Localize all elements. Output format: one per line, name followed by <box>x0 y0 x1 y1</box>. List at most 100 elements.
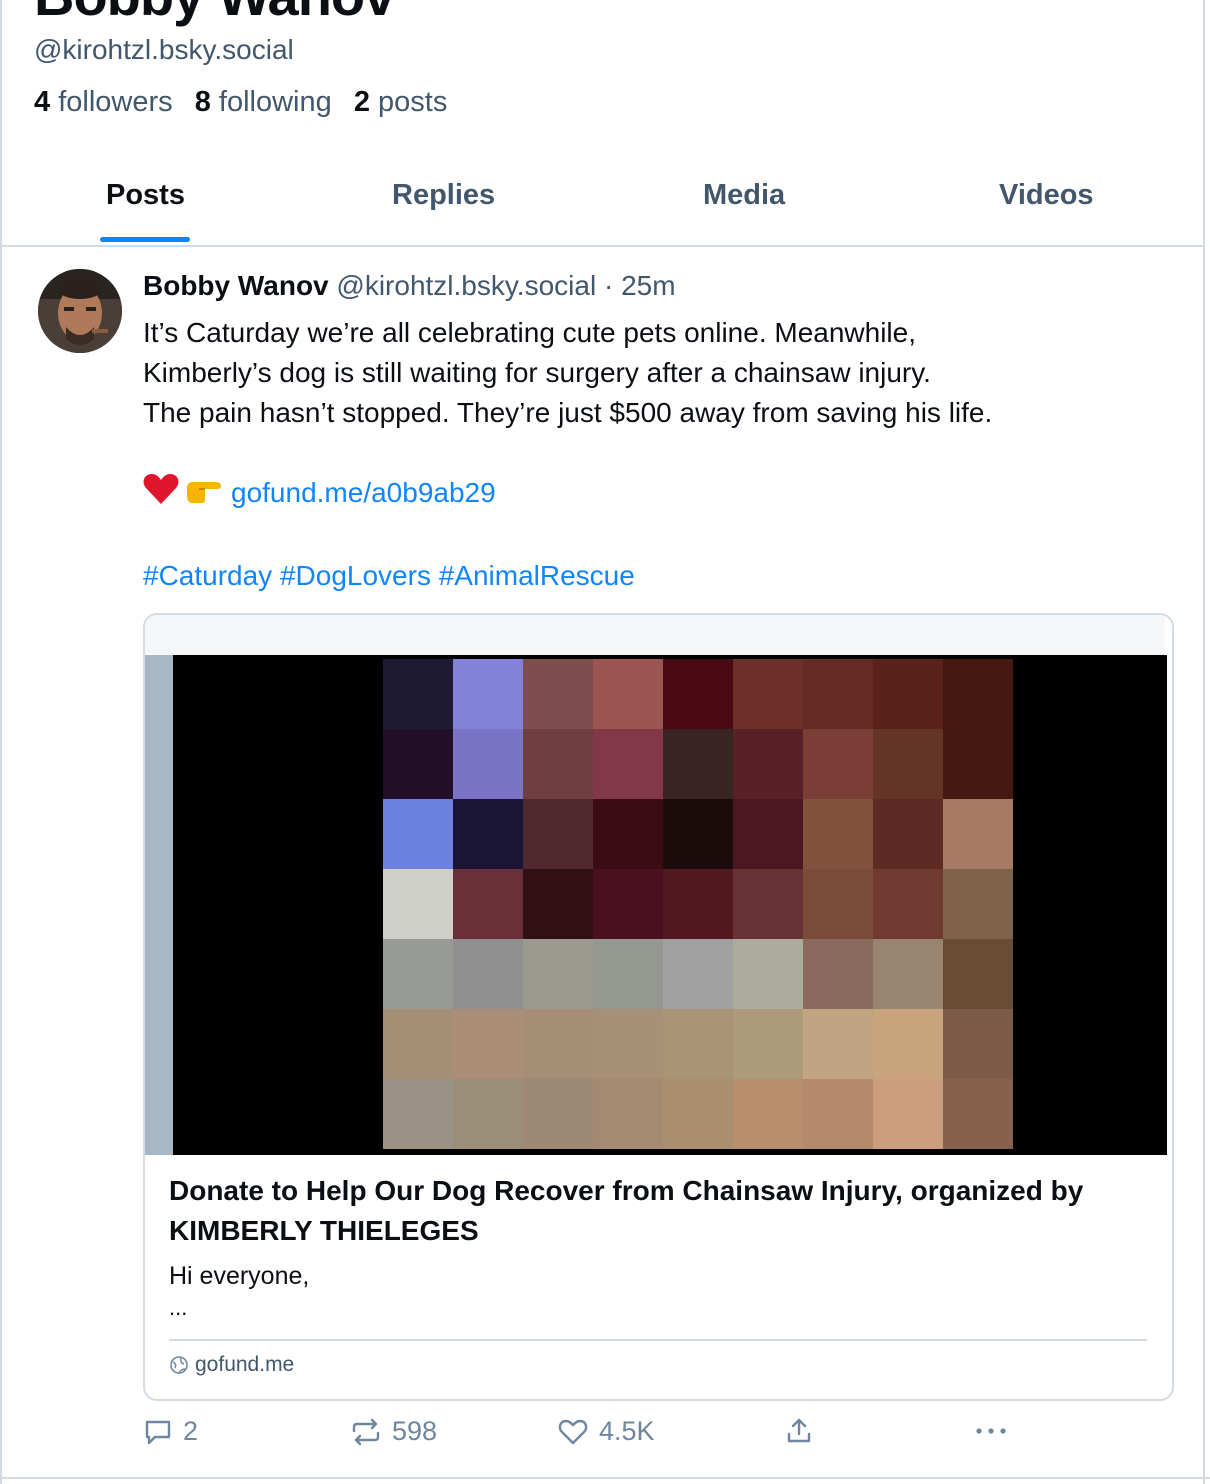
heart-icon <box>143 473 179 516</box>
redacted-image-tile <box>943 939 1013 1009</box>
post-separator: · <box>603 270 614 301</box>
pointing-hand-icon <box>185 475 225 515</box>
redacted-image-tile <box>453 939 523 1009</box>
redacted-image-tile <box>873 1079 943 1149</box>
profile-handle: @kirohtzl.bsky.social <box>34 34 294 65</box>
frame-border-right <box>1203 0 1205 1484</box>
repost-count: 598 <box>392 1416 438 1446</box>
redacted-image-tile <box>733 939 803 1009</box>
redacted-image-tile <box>453 1079 523 1149</box>
redacted-image-tile <box>453 729 523 799</box>
redacted-image-tile <box>453 659 523 729</box>
link-preview-image <box>145 615 1167 1155</box>
redacted-image-tile <box>593 799 663 869</box>
redacted-image-tile <box>663 659 733 729</box>
redacted-image-tile <box>803 1009 873 1079</box>
post-text-line: Kimberly’s dog is still waiting for surg… <box>143 357 931 388</box>
active-tab-indicator <box>100 237 190 242</box>
repost-icon <box>352 1418 380 1445</box>
tab-media[interactable]: Media <box>703 179 785 212</box>
following-link[interactable]: 8 following <box>195 86 332 118</box>
redacted-image-tile <box>943 869 1013 939</box>
posts-stat: 2 posts <box>354 86 448 118</box>
frame-border-bottom <box>0 1477 1210 1479</box>
redacted-image-tile <box>943 799 1013 869</box>
redacted-image-tile <box>523 659 593 729</box>
redacted-image-tile <box>803 1079 873 1149</box>
redacted-image-tile <box>873 1009 943 1079</box>
redacted-image-tile <box>593 869 663 939</box>
link-card-domain: gofund.me <box>169 1353 294 1377</box>
redacted-image-tile <box>663 1009 733 1079</box>
redacted-image-tile <box>593 659 663 729</box>
redacted-image-tile <box>383 869 453 939</box>
following-count: 8 <box>194 86 211 118</box>
globe-icon <box>170 1356 188 1374</box>
redacted-image-tile <box>383 1009 453 1079</box>
like-button[interactable]: 4.5K <box>557 1416 655 1447</box>
redacted-image-tile <box>803 869 873 939</box>
redacted-image-tile <box>663 799 733 869</box>
redacted-image-tile <box>803 799 873 869</box>
redacted-image-tile <box>593 729 663 799</box>
redacted-image-tile <box>453 869 523 939</box>
reply-button[interactable]: 2 <box>143 1416 198 1447</box>
redacted-image-tile <box>733 1009 803 1079</box>
redacted-image-tile <box>943 1009 1013 1079</box>
redacted-image-tile <box>873 799 943 869</box>
redacted-image-tile <box>803 939 873 1009</box>
redacted-image-tile <box>593 1009 663 1079</box>
link-card-description: Hi everyone, <box>169 1262 310 1290</box>
share-button[interactable] <box>784 1416 824 1446</box>
redacted-image-tile <box>873 869 943 939</box>
post-hashtags[interactable]: #Caturday #DogLovers #AnimalRescue <box>143 556 1143 596</box>
redacted-image-tile <box>943 729 1013 799</box>
profile-display-name: Bobby Wanov <box>34 0 395 26</box>
gofund-link[interactable]: gofund.me/a0b9ab29 <box>231 477 496 508</box>
redacted-image-tile <box>943 1079 1013 1149</box>
redacted-image-tile <box>383 799 453 869</box>
redacted-image-tile <box>523 729 593 799</box>
tab-replies[interactable]: Replies <box>392 179 495 212</box>
post-time[interactable]: 25m <box>621 270 675 301</box>
redacted-image-tile <box>943 659 1013 729</box>
redacted-image-tile <box>663 1079 733 1149</box>
redacted-image-tile <box>803 659 873 729</box>
share-icon <box>787 1418 811 1443</box>
profile-tabs: Posts Replies Media Videos <box>2 155 1203 247</box>
redacted-image-tile <box>733 729 803 799</box>
heart-outline-icon <box>558 1419 588 1444</box>
link-preview-card[interactable]: Donate to Help Our Dog Recover from Chai… <box>143 613 1174 1401</box>
followers-label: followers <box>58 86 173 118</box>
redacted-image-tile <box>523 799 593 869</box>
profile-stats: 4 followers 8 following 2 posts <box>34 86 447 119</box>
reply-icon <box>145 1420 171 1444</box>
tab-posts[interactable]: Posts <box>106 179 185 212</box>
redacted-image-tile <box>663 869 733 939</box>
repost-button[interactable]: 598 <box>350 1416 437 1447</box>
post-handle[interactable]: @kirohtzl.bsky.social <box>336 270 596 301</box>
more-options-button[interactable] <box>973 1416 1019 1446</box>
redacted-image-tile <box>593 1079 663 1149</box>
redacted-image-tile <box>663 729 733 799</box>
posts-label: posts <box>378 86 448 118</box>
link-card-ellipsis: ... <box>169 1295 188 1320</box>
link-card-title: Donate to Help Our Dog Recover from Chai… <box>169 1175 1084 1246</box>
redacted-image-tile <box>383 659 453 729</box>
redacted-image-tile <box>733 799 803 869</box>
redacted-image-tile <box>873 939 943 1009</box>
redacted-image-tile <box>663 939 733 1009</box>
avatar[interactable] <box>38 269 122 353</box>
followers-link[interactable]: 4 followers <box>34 86 173 118</box>
redacted-image-tile <box>523 1009 593 1079</box>
redacted-image-tile <box>803 729 873 799</box>
redacted-image-tile <box>873 659 943 729</box>
post-author[interactable]: Bobby Wanov <box>143 270 329 301</box>
more-icon <box>976 1428 1006 1434</box>
reply-count: 2 <box>183 1416 199 1446</box>
post-header: Bobby Wanov @kirohtzl.bsky.social · 25m <box>143 270 676 302</box>
tab-videos[interactable]: Videos <box>999 179 1094 212</box>
redacted-image-tile <box>453 1009 523 1079</box>
redacted-image-tile <box>593 939 663 1009</box>
redacted-image-tile <box>383 939 453 1009</box>
